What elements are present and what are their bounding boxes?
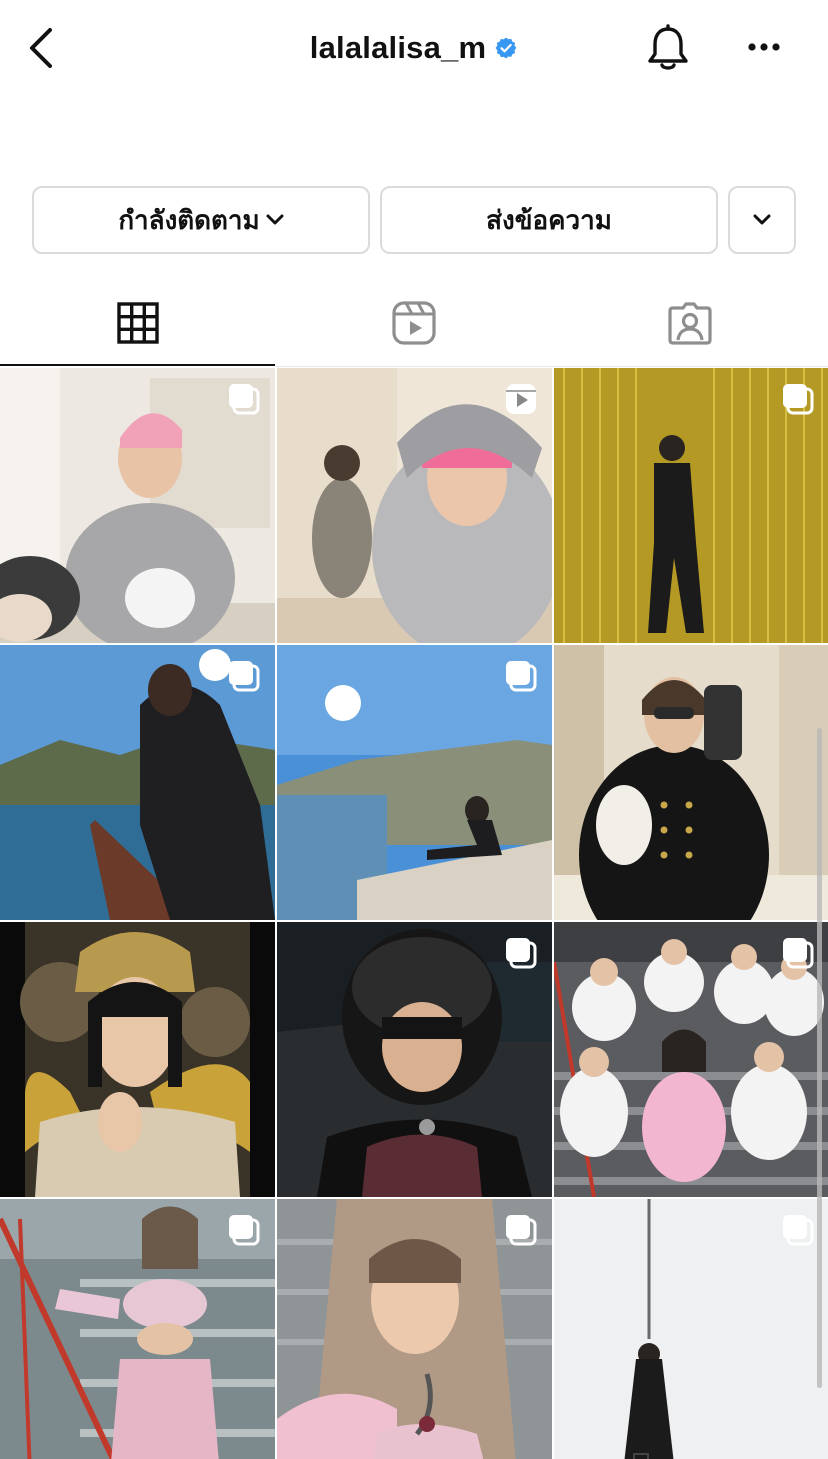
carousel-icon [229, 661, 260, 692]
following-button[interactable]: กำลังติดตาม [32, 186, 370, 254]
tab-tagged[interactable] [552, 280, 828, 366]
post-thumbnail[interactable] [554, 645, 828, 920]
message-button[interactable]: ส่งข้อความ [380, 186, 718, 254]
carousel-icon [783, 938, 814, 969]
post-thumbnail[interactable] [554, 1199, 828, 1459]
post-image [0, 922, 275, 1197]
carousel-icon [229, 384, 260, 415]
carousel-icon [783, 384, 814, 415]
carousel-icon [229, 1215, 260, 1246]
post-thumbnail[interactable] [554, 368, 828, 643]
reels-icon [506, 384, 536, 414]
bell-icon [648, 24, 688, 70]
reels-icon [392, 301, 436, 345]
tab-posts[interactable] [0, 280, 276, 366]
more-options-button[interactable] [742, 30, 786, 64]
suggested-accounts-button[interactable] [728, 186, 796, 254]
post-thumbnail[interactable] [0, 1199, 275, 1459]
post-thumbnail[interactable] [0, 645, 275, 920]
carousel-icon [783, 1215, 814, 1246]
post-image [554, 645, 828, 920]
tab-reels[interactable] [276, 280, 552, 366]
chevron-down-icon [266, 214, 284, 225]
profile-tabs [0, 280, 828, 366]
profile-header: lalalalisa_m [0, 0, 828, 100]
profile-page: lalalalisa_m กำลังติดตาม ส่งข้อความ [0, 0, 828, 1459]
posts-grid [0, 368, 828, 1459]
chevron-down-icon [753, 214, 771, 225]
selected-tab-indicator [0, 364, 275, 366]
post-thumbnail[interactable] [277, 1199, 552, 1459]
tabs-divider [275, 366, 828, 367]
chevron-left-icon [30, 28, 52, 68]
following-label: กำลังติดตาม [118, 204, 260, 235]
ellipsis-icon [748, 43, 780, 51]
scrollbar[interactable] [817, 728, 822, 1388]
post-thumbnail[interactable] [277, 645, 552, 920]
notifications-button[interactable] [644, 22, 692, 74]
profile-username: lalalalisa_m [309, 30, 487, 65]
title-bar: lalalalisa_m [0, 28, 828, 68]
carousel-icon [506, 938, 537, 969]
post-thumbnail[interactable] [277, 922, 552, 1197]
post-thumbnail[interactable] [0, 368, 275, 643]
profile-actions: กำลังติดตาม ส่งข้อความ [0, 186, 828, 254]
carousel-icon [506, 1215, 537, 1246]
message-label: ส่งข้อความ [486, 204, 612, 235]
post-thumbnail[interactable] [554, 922, 828, 1197]
post-thumbnail[interactable] [0, 922, 275, 1197]
carousel-icon [506, 661, 537, 692]
back-button[interactable] [20, 24, 60, 72]
tagged-person-icon [668, 302, 712, 345]
grid-icon [117, 302, 159, 344]
post-thumbnail[interactable] [277, 368, 552, 643]
verified-badge-icon [495, 37, 517, 59]
